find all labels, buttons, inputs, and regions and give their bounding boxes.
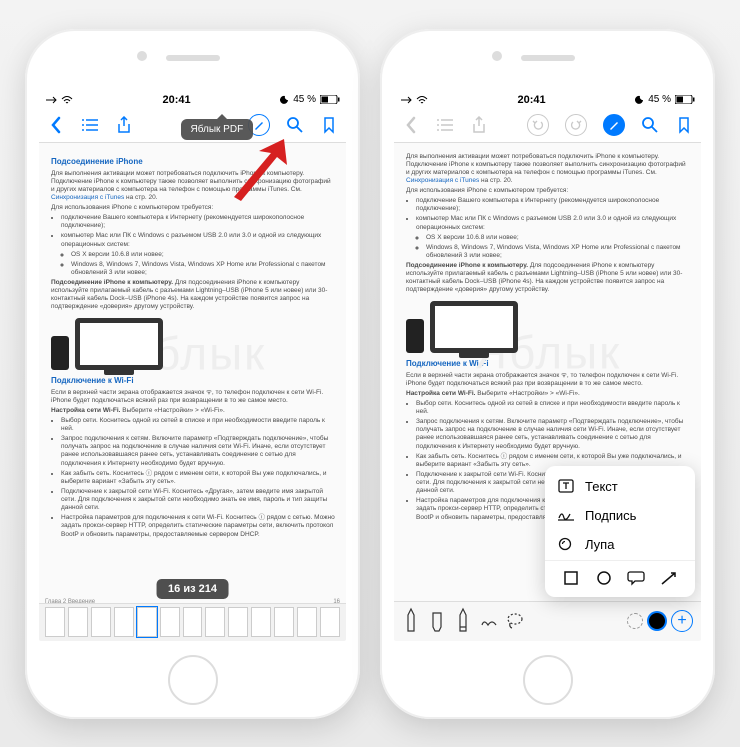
color-empty[interactable] [627, 613, 643, 629]
markup-tooltip: Яблык PDF [181, 119, 254, 140]
color-black[interactable] [649, 613, 665, 629]
textbox-icon [557, 479, 575, 493]
phone-right: 20:41 45 % [380, 29, 715, 719]
sync-link[interactable]: Синхронизация с iTunes [406, 177, 479, 184]
bookmark-icon [322, 116, 336, 134]
bookmark-button[interactable] [320, 116, 338, 134]
status-battery: 45 % [648, 94, 671, 105]
wifi-icon [416, 95, 428, 105]
pencil-icon [457, 607, 469, 635]
shape-bubble-button[interactable] [627, 569, 645, 587]
pen-icon [253, 119, 265, 131]
phone-left: 20:41 45 % [25, 29, 360, 719]
menu-item-text[interactable]: Текст [545, 472, 695, 501]
search-button[interactable] [641, 116, 659, 134]
page-indicator: 16 из 214 [156, 579, 229, 599]
doc-heading-1: Подсоединение iPhone [51, 157, 336, 167]
battery-icon [675, 95, 695, 104]
share-icon [117, 116, 131, 134]
thumbnail-strip[interactable] [39, 603, 346, 641]
doc-illustration [51, 318, 336, 370]
pencil-tool-button[interactable] [454, 607, 472, 635]
menu-item-magnifier[interactable]: Лупа [545, 530, 695, 560]
undo-button[interactable] [527, 114, 549, 136]
home-button[interactable] [168, 655, 218, 705]
page-thumbnail[interactable] [91, 607, 111, 637]
back-chevron-icon [405, 116, 417, 134]
shape-rect-button[interactable] [562, 569, 580, 587]
sync-link[interactable]: Синхронизация с iTunes [51, 194, 124, 201]
page-thumbnail[interactable] [320, 607, 340, 637]
page-thumbnail[interactable] [297, 607, 317, 637]
share-button[interactable] [115, 116, 133, 134]
airplane-icon [400, 95, 412, 105]
share-button[interactable] [470, 116, 488, 134]
add-shape-button[interactable]: + [671, 610, 693, 632]
markup-button[interactable] [603, 114, 625, 136]
lasso-tool-button[interactable] [506, 607, 524, 635]
search-button[interactable] [286, 116, 304, 134]
status-bar: 20:41 45 % [39, 91, 346, 109]
doc-illustration [406, 301, 691, 353]
status-time: 20:41 [163, 94, 191, 106]
wifi-icon [61, 95, 73, 105]
search-icon [641, 116, 659, 134]
eraser-icon [480, 611, 498, 631]
list-icon [436, 118, 454, 132]
moon-icon [280, 95, 289, 104]
page-thumbnail[interactable] [160, 607, 180, 637]
reader-toolbar [394, 109, 701, 143]
signature-icon [557, 508, 575, 522]
add-annotation-menu: Текст Подпись Лупа [545, 466, 695, 597]
lasso-icon [506, 612, 524, 630]
moon-icon [635, 95, 644, 104]
shape-arrow-button[interactable] [660, 569, 678, 587]
highlighter-icon [429, 607, 445, 635]
page-thumbnail[interactable] [114, 607, 134, 637]
undo-icon [532, 119, 544, 131]
airplane-icon [45, 95, 57, 105]
page-thumbnail[interactable] [228, 607, 248, 637]
share-icon [472, 116, 486, 134]
redo-icon [570, 119, 582, 131]
list-icon [81, 118, 99, 132]
highlighter-tool-button[interactable] [428, 607, 446, 635]
search-icon [286, 116, 304, 134]
bookmark-button[interactable] [675, 116, 693, 134]
page-thumbnail[interactable] [274, 607, 294, 637]
page-thumbnail[interactable] [68, 607, 88, 637]
status-battery: 45 % [293, 94, 316, 105]
outline-button[interactable] [436, 116, 454, 134]
pen-icon [608, 119, 620, 131]
magnifier-icon [557, 537, 575, 553]
menu-item-signature[interactable]: Подпись [545, 501, 695, 530]
redo-button[interactable] [565, 114, 587, 136]
outline-button[interactable] [81, 116, 99, 134]
page-thumbnail[interactable] [45, 607, 65, 637]
bookmark-icon [677, 116, 691, 134]
markup-toolbar: + [394, 601, 701, 641]
page-thumbnail[interactable] [137, 607, 157, 637]
page-thumbnail[interactable] [183, 607, 203, 637]
back-button[interactable] [402, 116, 420, 134]
back-button[interactable] [47, 116, 65, 134]
pen-tool-icon [404, 607, 418, 635]
page-thumbnail[interactable] [251, 607, 271, 637]
status-bar: 20:41 45 % [394, 91, 701, 109]
page-thumbnail[interactable] [205, 607, 225, 637]
document-page[interactable]: Яблык Подсоединение iPhone Для выполнени… [39, 143, 346, 603]
doc-heading-2: Подключение к Wi-Fi [51, 376, 336, 386]
back-chevron-icon [50, 116, 62, 134]
shape-circle-button[interactable] [595, 569, 613, 587]
home-button[interactable] [523, 655, 573, 705]
battery-icon [320, 95, 340, 104]
status-time: 20:41 [518, 94, 546, 106]
doc-heading-2: Подключение к Wi-Fi [406, 359, 691, 369]
eraser-tool-button[interactable] [480, 607, 498, 635]
pen-tool-button[interactable] [402, 607, 420, 635]
